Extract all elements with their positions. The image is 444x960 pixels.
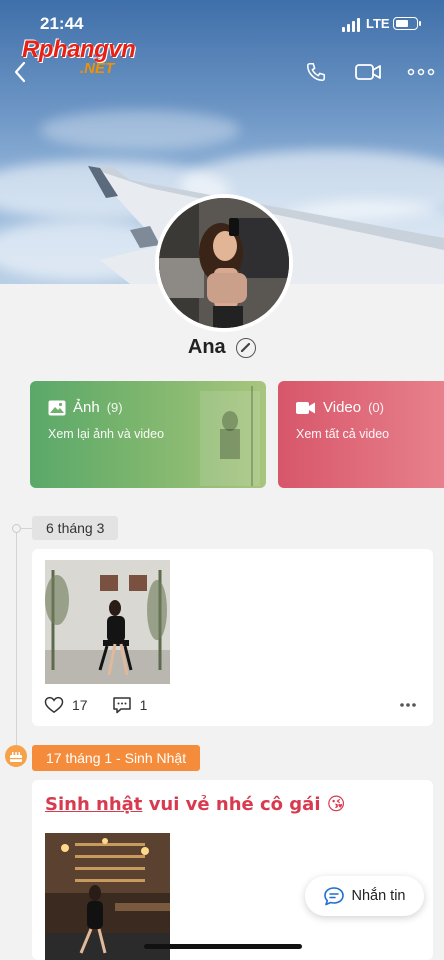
birthday-cake-icon — [5, 745, 27, 767]
profile-name-row: Ana — [0, 336, 444, 359]
top-action-bar — [0, 60, 444, 84]
like-count: 17 — [72, 697, 88, 713]
home-indicator[interactable] — [144, 944, 302, 949]
signal-icon — [342, 18, 362, 32]
message-button-label: Nhắn tin — [351, 888, 406, 904]
birthday-text-rest: vui vẻ nhé cô gái 😘 — [142, 794, 346, 815]
network-label: LTE — [366, 16, 390, 31]
birthday-text-underlined: Sinh nhật — [45, 794, 143, 815]
timeline-connector — [20, 528, 32, 529]
photos-card-title-row: Ảnh (9) — [48, 399, 123, 416]
status-bar: 21:44 LTE — [0, 14, 444, 36]
photos-card[interactable]: Ảnh (9) Xem lại ảnh và video — [30, 381, 266, 488]
birthday-post-text: Sinh nhật vui vẻ nhé cô gái 😘 — [45, 794, 346, 815]
battery-icon — [393, 17, 421, 30]
back-arrow-icon[interactable] — [12, 60, 28, 84]
comment-count: 1 — [139, 697, 148, 713]
timeline-line — [16, 530, 17, 746]
photos-card-background-image — [200, 386, 260, 486]
videos-card-title-row: Video (0) — [296, 399, 384, 416]
birthday-photo-thumbnail[interactable] — [45, 833, 170, 960]
edit-pencil-icon[interactable] — [236, 337, 257, 358]
profile-name: Ana — [187, 336, 226, 358]
video-camera-icon — [296, 401, 315, 414]
post-more-icon[interactable] — [399, 695, 417, 711]
videos-card-subtitle: Xem tất cả video — [296, 427, 390, 441]
photos-card-subtitle: Xem lại ảnh và video — [48, 427, 165, 441]
image-icon — [48, 400, 66, 415]
like-heart-icon[interactable] — [44, 696, 64, 714]
more-options-icon[interactable] — [407, 68, 435, 76]
post-actions: 17 1 — [44, 695, 147, 715]
videos-card-title: Video — [323, 399, 362, 416]
watermark-main: Rphangvn — [22, 36, 136, 63]
message-button[interactable]: Nhắn tin — [305, 876, 424, 916]
timeline-date-label: 6 tháng 3 — [32, 516, 119, 540]
post-photo-thumbnail[interactable] — [45, 560, 170, 684]
video-call-icon[interactable] — [354, 61, 382, 83]
birthday-post: Sinh nhật vui vẻ nhé cô gái 😘 — [32, 780, 433, 960]
videos-card[interactable]: Video (0) Xem tất cả video — [278, 381, 444, 488]
videos-card-count: (0) — [368, 400, 384, 415]
timeline-post: 17 1 — [32, 549, 433, 726]
photos-card-title: Ảnh — [73, 399, 100, 416]
comment-icon[interactable] — [112, 696, 132, 714]
status-time: 21:44 — [40, 14, 84, 33]
birthday-date-label: 17 tháng 1 - Sinh Nhật — [32, 745, 201, 771]
chat-bubble-icon — [324, 887, 345, 906]
photos-card-count: (9) — [106, 400, 123, 415]
profile-avatar[interactable] — [155, 194, 293, 332]
phone-call-icon[interactable] — [305, 61, 327, 83]
